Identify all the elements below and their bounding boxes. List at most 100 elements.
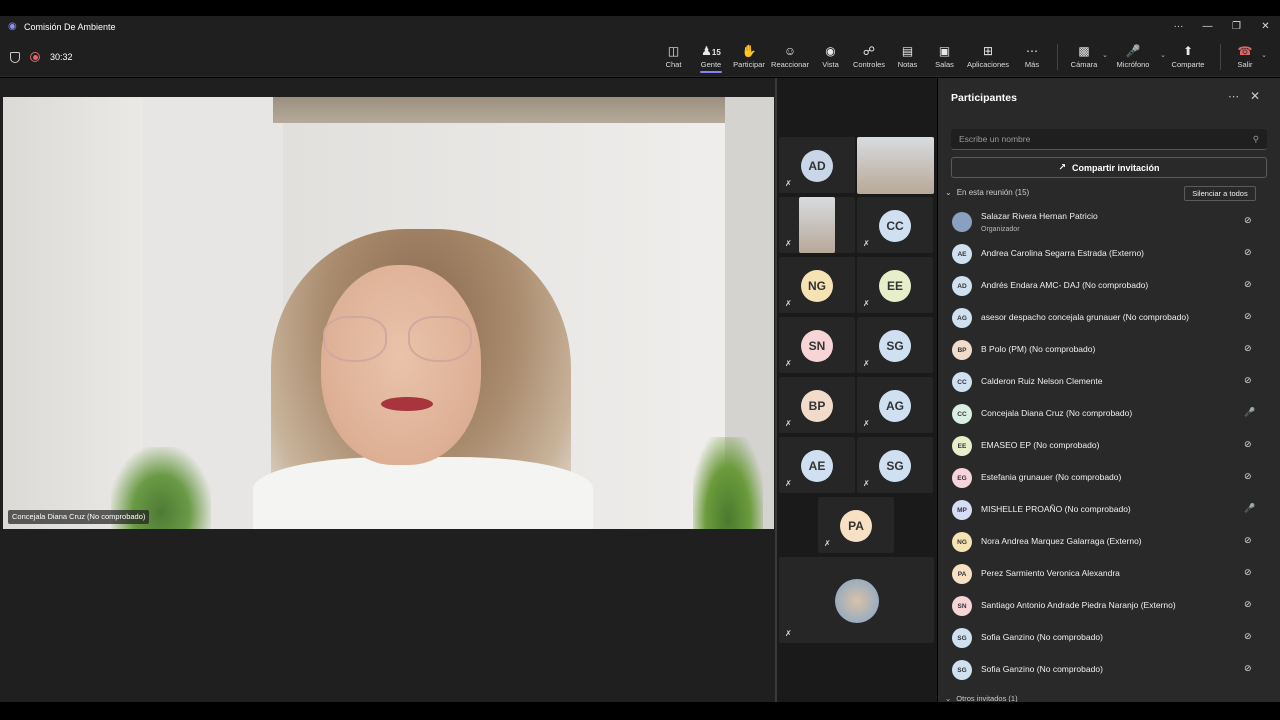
- apps-button[interactable]: ⊞ Aplicaciones: [963, 37, 1013, 77]
- view-button[interactable]: ◉ Vista: [812, 37, 849, 77]
- maximize-icon[interactable]: ❐: [1222, 16, 1251, 37]
- participant-name: Sofia Ganzino (No comprobado): [981, 632, 1103, 642]
- mic-off-icon[interactable]: ⊘: [1244, 375, 1252, 386]
- more-options-icon[interactable]: ···: [1164, 16, 1193, 37]
- avatar: AG: [879, 390, 911, 422]
- leave-chevron-down-icon[interactable]: ⌄: [1261, 51, 1267, 59]
- participant-name: Calderon Ruiz Nelson Clemente: [981, 376, 1103, 386]
- chat-button[interactable]: ◫ Chat: [655, 37, 692, 77]
- people-button[interactable]: ♟15 Gente: [692, 37, 730, 77]
- more-button[interactable]: ⋯ Más: [1013, 37, 1051, 77]
- minimize-icon[interactable]: —: [1193, 16, 1222, 37]
- mic-off-icon[interactable]: ⊘: [1244, 663, 1252, 674]
- mic-on-icon[interactable]: 🎤: [1244, 503, 1255, 514]
- controls-button[interactable]: ☍ Controles: [849, 37, 889, 77]
- mic-off-icon[interactable]: ⊘: [1244, 631, 1252, 642]
- react-label: Reaccionar: [771, 60, 809, 69]
- rooms-label: Salas: [935, 60, 954, 69]
- participant-row[interactable]: AG asesor despacho concejala grunauer (No…: [938, 302, 1280, 334]
- search-icon: ⚲: [1252, 133, 1259, 144]
- gallery-tile[interactable]: EE ✗: [857, 257, 933, 313]
- gallery-tile[interactable]: ✗: [779, 197, 855, 253]
- participant-row[interactable]: SG Sofia Ganzino (No comprobado) ⊘: [938, 622, 1280, 654]
- gallery-tile[interactable]: SN ✗: [779, 317, 855, 373]
- close-window-icon[interactable]: ✕: [1251, 16, 1280, 37]
- close-icon[interactable]: ✕: [1250, 89, 1260, 103]
- mic-off-icon[interactable]: ⊘: [1244, 247, 1252, 258]
- avatar: BP: [801, 390, 833, 422]
- mic-off-icon: ✗: [785, 239, 792, 248]
- more-icon[interactable]: ⋯: [1228, 90, 1239, 103]
- participant-row[interactable]: Salazar Rivera Hernan Patricio Organizado…: [938, 206, 1280, 238]
- participant-row[interactable]: AD Andrés Endara AMC- DAJ (No comprobado)…: [938, 270, 1280, 302]
- gallery-tile[interactable]: SG ✗: [857, 437, 933, 493]
- avatar: AE: [801, 450, 833, 482]
- camera-button[interactable]: ▩ Cámara ⌄: [1064, 37, 1108, 77]
- share-button[interactable]: ⬆ Comparte: [1162, 37, 1214, 77]
- share-icon: ⬆: [1182, 44, 1194, 58]
- view-label: Vista: [822, 60, 839, 69]
- react-button[interactable]: ☺ Reaccionar: [768, 37, 812, 77]
- gallery-tile[interactable]: SG ✗: [857, 317, 933, 373]
- avatar: CC: [952, 372, 972, 392]
- participant-row[interactable]: BP B Polo (PM) (No comprobado) ⊘: [938, 334, 1280, 366]
- participant-row[interactable]: EG Estefania grunauer (No comprobado) ⊘: [938, 462, 1280, 494]
- gallery-tile[interactable]: NG ✗: [779, 257, 855, 313]
- gallery-tile[interactable]: PA ✗: [818, 497, 894, 553]
- shield-controls-icon: ☍: [862, 44, 876, 58]
- toolbar-divider: [1057, 44, 1058, 70]
- participant-search-input[interactable]: Escribe un nombre ⚲: [951, 129, 1267, 150]
- gallery-tile[interactable]: AD ✗: [779, 137, 855, 193]
- raise-hand-button[interactable]: ✋ Participar: [730, 37, 768, 77]
- participant-row[interactable]: CC Concejala Diana Cruz (No comprobado) 🎤: [938, 398, 1280, 430]
- gallery-video-woman[interactable]: [857, 137, 934, 194]
- gallery-tile[interactable]: CC ✗: [857, 197, 933, 253]
- mic-off-icon[interactable]: ⊘: [1244, 343, 1252, 354]
- share-label: Comparte: [1171, 60, 1205, 69]
- participant-row[interactable]: SN Santiago Antonio Andrade Piedra Naranj…: [938, 590, 1280, 622]
- main-video[interactable]: [3, 97, 774, 529]
- leave-button[interactable]: ☎ Salir ⌄: [1227, 37, 1267, 77]
- people-count: 15: [711, 48, 721, 57]
- mic-on-icon[interactable]: 🎤: [1244, 407, 1255, 418]
- rooms-button[interactable]: ▣ Salas: [926, 37, 963, 77]
- gallery-video-man: [799, 197, 835, 253]
- chevron-down-icon: ⌄: [945, 188, 952, 197]
- gallery-tile-large[interactable]: ✗: [779, 557, 934, 643]
- participant-row[interactable]: SG Sofia Ganzino (No comprobado) ⊘: [938, 654, 1280, 686]
- mute-all-button[interactable]: Silenciar a todos: [1184, 186, 1256, 201]
- in-meeting-section[interactable]: ⌄ En esta reunión (15): [945, 188, 1029, 197]
- gallery-tile[interactable]: AE ✗: [779, 437, 855, 493]
- background-beam: [273, 97, 743, 123]
- letterbox-bottom: [0, 702, 1280, 720]
- mic-off-icon[interactable]: ⊘: [1244, 215, 1252, 226]
- mic-off-icon[interactable]: ⊘: [1244, 567, 1252, 578]
- mic-off-icon[interactable]: ⊘: [1244, 279, 1252, 290]
- microphone-button[interactable]: 🎤 Micrófono ⌄: [1104, 37, 1166, 77]
- participant-row[interactable]: PA Perez Sarmiento Veronica Alexandra ⊘: [938, 558, 1280, 590]
- avatar: EE: [879, 270, 911, 302]
- avatar: AD: [952, 276, 972, 296]
- notes-button[interactable]: ▤ Notas: [889, 37, 926, 77]
- participant-name: asesor despacho concejala grunauer (No c…: [981, 312, 1189, 322]
- participant-row[interactable]: NG Nora Andrea Marquez Galarraga (Externo…: [938, 526, 1280, 558]
- participant-row[interactable]: AE Andrea Carolina Segarra Estrada (Exter…: [938, 238, 1280, 270]
- participant-name: MISHELLE PROAÑO (No comprobado): [981, 504, 1131, 514]
- mic-off-icon[interactable]: ⊘: [1244, 471, 1252, 482]
- gallery-tile[interactable]: AG ✗: [857, 377, 933, 433]
- mic-off-icon: ✗: [863, 299, 870, 308]
- avatar: AD: [801, 150, 833, 182]
- share-invite-button[interactable]: ↗ Compartir invitación: [951, 157, 1267, 178]
- mic-off-icon[interactable]: ⊘: [1244, 599, 1252, 610]
- mic-off-icon: ✗: [863, 359, 870, 368]
- mic-off-icon[interactable]: ⊘: [1244, 311, 1252, 322]
- participant-row[interactable]: EE EMASEO EP (No comprobado) ⊘: [938, 430, 1280, 462]
- participant-row[interactable]: CC Calderon Ruiz Nelson Clemente ⊘: [938, 366, 1280, 398]
- gallery-tile[interactable]: BP ✗: [779, 377, 855, 433]
- panel-title: Participantes: [951, 92, 1017, 104]
- more-icon: ⋯: [1026, 44, 1038, 58]
- participant-row[interactable]: MP MISHELLE PROAÑO (No comprobado) 🎤: [938, 494, 1280, 526]
- mic-off-icon[interactable]: ⊘: [1244, 439, 1252, 450]
- meeting-timer: 30:32: [50, 52, 73, 62]
- mic-off-icon[interactable]: ⊘: [1244, 535, 1252, 546]
